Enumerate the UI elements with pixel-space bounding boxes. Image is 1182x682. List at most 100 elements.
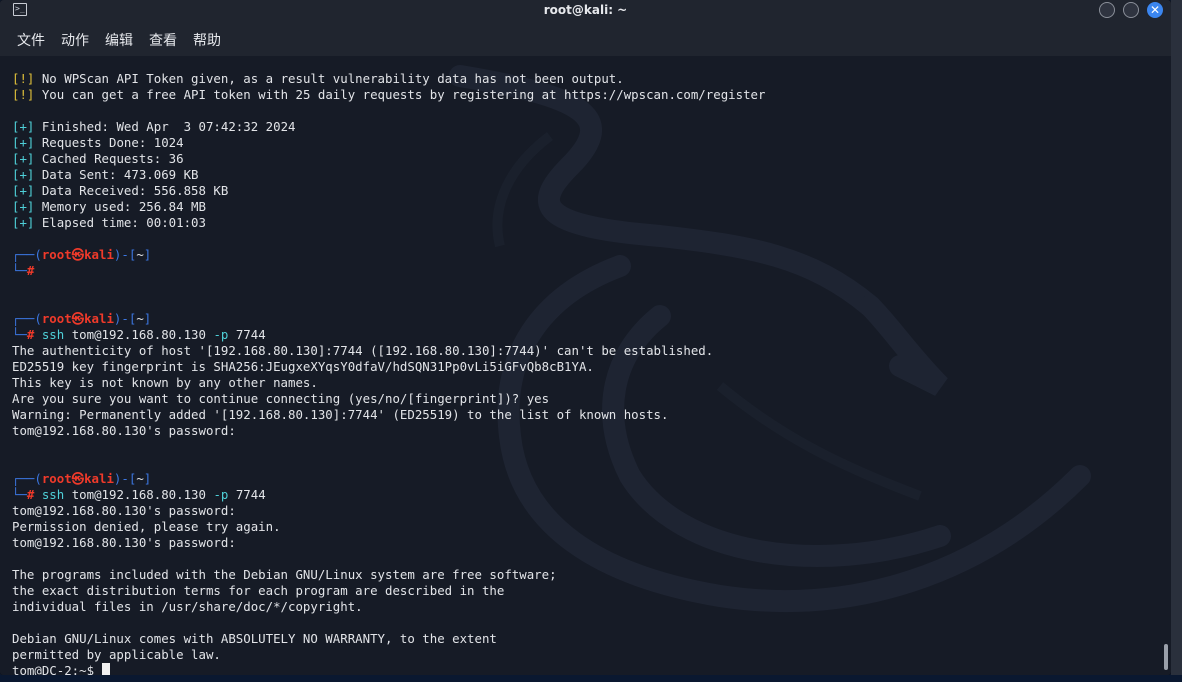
terminal-line: This key is not known by any other names… <box>12 375 765 391</box>
terminal-text: [!] <box>12 87 35 102</box>
terminal-text: Memory used: 256.84 MB <box>34 199 206 214</box>
terminal-line: └─# ssh tom@192.168.80.130 -p 7744 <box>12 327 765 343</box>
menu-file[interactable]: 文件 <box>17 30 45 50</box>
desktop-bottom <box>0 675 1182 682</box>
terminal-text: ┌──( <box>12 247 42 262</box>
terminal-line: The programs included with the Debian GN… <box>12 567 765 583</box>
terminal-text: ┌──( <box>12 471 42 486</box>
terminal-text: permitted by applicable law. <box>12 647 221 662</box>
terminal-text: root㉿kali <box>41 311 114 326</box>
terminal-text: Cached Requests: 36 <box>34 151 184 166</box>
terminal-line: tom@192.168.80.130's password: <box>12 423 765 439</box>
terminal-text: [+] <box>12 215 35 230</box>
terminal-line: └─# <box>12 263 765 279</box>
terminal-line: Debian GNU/Linux comes with ABSOLUTELY N… <box>12 631 765 647</box>
desktop-edge <box>1171 0 1182 682</box>
terminal-text: ] <box>143 311 152 326</box>
terminal-text: [!] <box>12 71 35 86</box>
maximize-button[interactable] <box>1123 2 1139 18</box>
terminal-line: [+] Elapsed time: 00:01:03 <box>12 215 765 231</box>
menu-action[interactable]: 动作 <box>61 30 89 50</box>
terminal-text: tom@192.168.80.130's password: <box>12 535 236 550</box>
terminal-line: ED25519 key fingerprint is SHA256:JEugxe… <box>12 359 765 375</box>
terminal-line: ┌──(root㉿kali)-[~] <box>12 311 765 327</box>
menu-edit[interactable]: 编辑 <box>105 30 133 50</box>
terminal-text: tom@192.168.80.130's password: <box>12 423 236 438</box>
terminal-line: [+] Data Sent: 473.069 KB <box>12 167 765 183</box>
terminal-line: [!] No WPScan API Token given, as a resu… <box>12 71 765 87</box>
terminal-text: )-[ <box>113 311 137 326</box>
terminal-line: Permission denied, please try again. <box>12 519 765 535</box>
title-bar[interactable]: >_ root@kali: ~ ✕ <box>0 0 1171 22</box>
terminal-line: [+] Requests Done: 1024 <box>12 135 765 151</box>
terminal-line: [+] Data Received: 556.858 KB <box>12 183 765 199</box>
scrollbar-thumb[interactable] <box>1164 644 1168 670</box>
terminal-text: tom@192.168.80.130 <box>64 327 214 342</box>
terminal-text: )-[ <box>113 247 137 262</box>
terminal-text: tom@192.168.80.130's password: <box>12 503 236 518</box>
terminal-text: 7744 <box>228 487 266 502</box>
terminal-line: permitted by applicable law. <box>12 647 765 663</box>
terminal-text: ED25519 key fingerprint is SHA256:JEugxe… <box>12 359 594 374</box>
terminal-line: tom@192.168.80.130's password: <box>12 503 765 519</box>
terminal-text: Warning: Permanently added '[192.168.80.… <box>12 407 669 422</box>
terminal-text: This key is not known by any other names… <box>12 375 318 390</box>
terminal-line: ┌──(root㉿kali)-[~] <box>12 247 765 263</box>
terminal-text: ssh <box>34 327 65 342</box>
terminal-text: ┌──( <box>12 311 42 326</box>
terminal-text: ~ <box>136 311 144 326</box>
terminal-line: [+] Memory used: 256.84 MB <box>12 199 765 215</box>
terminal-text: [+] <box>12 119 35 134</box>
terminal-lines: [!] No WPScan API Token given, as a resu… <box>12 71 765 675</box>
terminal-line: individual files in /usr/share/doc/*/cop… <box>12 599 765 615</box>
terminal-text: └─ <box>12 327 27 342</box>
terminal-text: [+] <box>12 183 35 198</box>
terminal-line: the exact distribution terms for each pr… <box>12 583 765 599</box>
terminal-text: Elapsed time: 00:01:03 <box>34 215 206 230</box>
terminal-text: [+] <box>12 199 35 214</box>
terminal-text: The authenticity of host '[192.168.80.13… <box>12 343 714 358</box>
terminal-text: Requests Done: 1024 <box>34 135 184 150</box>
terminal-output[interactable]: [!] No WPScan API Token given, as a resu… <box>0 56 1171 675</box>
terminal-text: tom@192.168.80.130 <box>64 487 214 502</box>
terminal-line: [+] Finished: Wed Apr 3 07:42:32 2024 <box>12 119 765 135</box>
terminal-line: [!] You can get a free API token with 25… <box>12 87 765 103</box>
menu-help[interactable]: 帮助 <box>193 30 221 50</box>
close-button[interactable]: ✕ <box>1147 2 1163 18</box>
terminal-line: ┌──(root㉿kali)-[~] <box>12 471 765 487</box>
terminal-text: [+] <box>12 135 35 150</box>
terminal-text: ~ <box>136 471 144 486</box>
terminal-line: └─# ssh tom@192.168.80.130 -p 7744 <box>12 487 765 503</box>
terminal-text: You can get a free API token with 25 dai… <box>34 87 766 102</box>
terminal-window: >_ root@kali: ~ ✕ 文件 动作 编辑 查看 帮助 [!] No … <box>0 0 1171 675</box>
terminal-text: └─ <box>12 263 27 278</box>
terminal-text: └─ <box>12 487 27 502</box>
terminal-text: Permission denied, please try again. <box>12 519 281 534</box>
terminal-text: ~ <box>136 247 144 262</box>
terminal-line: tom@192.168.80.130's password: <box>12 535 765 551</box>
terminal-text: The programs included with the Debian GN… <box>12 567 557 582</box>
terminal-text: )-[ <box>113 471 137 486</box>
terminal-line: Are you sure you want to continue connec… <box>12 391 765 407</box>
terminal-text: Debian GNU/Linux comes with ABSOLUTELY N… <box>12 631 497 646</box>
terminal-line: [+] Cached Requests: 36 <box>12 151 765 167</box>
terminal-text: -p <box>213 327 229 342</box>
terminal-text: root㉿kali <box>41 471 114 486</box>
terminal-text: Are you sure you want to continue connec… <box>12 391 550 406</box>
menu-view[interactable]: 查看 <box>149 30 177 50</box>
terminal-text: No WPScan API Token given, as a result v… <box>34 71 624 86</box>
minimize-button[interactable] <box>1099 2 1115 18</box>
terminal-text: 7744 <box>228 327 266 342</box>
terminal-text: -p <box>213 487 229 502</box>
terminal-text: Finished: Wed Apr 3 07:42:32 2024 <box>34 119 296 134</box>
terminal-text: individual files in /usr/share/doc/*/cop… <box>12 599 363 614</box>
terminal-text: [+] <box>12 151 35 166</box>
menu-bar: 文件 动作 编辑 查看 帮助 <box>0 22 1171 56</box>
